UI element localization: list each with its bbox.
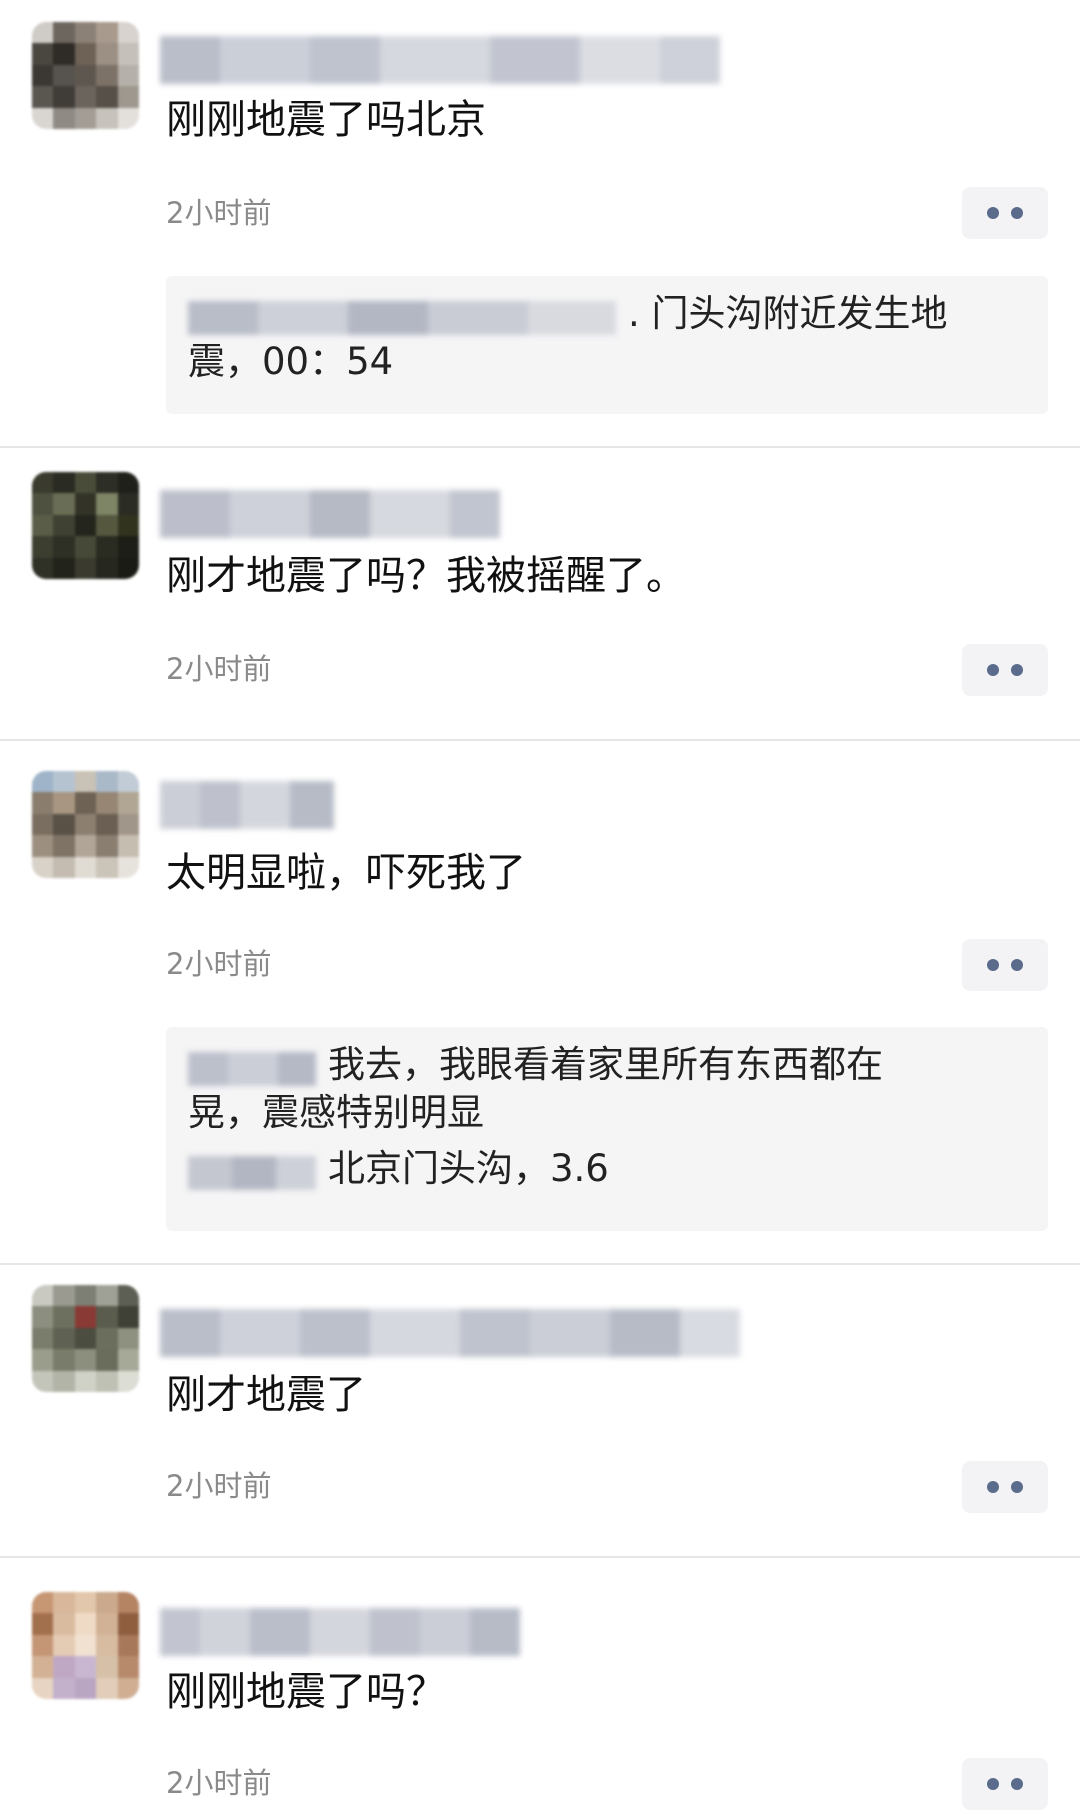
comment-text: 太明显啦，吓死我了	[166, 850, 526, 896]
more-button[interactable]	[962, 187, 1048, 239]
more-dots-icon	[987, 1778, 999, 1790]
more-button[interactable]	[962, 1461, 1048, 1513]
reply-username-blurred[interactable]	[188, 1050, 316, 1086]
more-dots-icon	[987, 207, 999, 219]
username-blurred[interactable]	[160, 781, 334, 829]
comment-item: 太明显啦，吓死我了 2小时前 我去，我眼看着家里所有东西都在 晃，震感特别明显 …	[0, 741, 1080, 1265]
comment-time: 2小时前	[166, 196, 272, 230]
avatar[interactable]	[32, 1592, 139, 1699]
comment-item: 刚才地震了 2小时前	[0, 1265, 1080, 1558]
reply-text: 北京门头沟，3.6	[328, 1147, 609, 1190]
more-dots-icon	[987, 1481, 999, 1493]
comment-text: 刚才地震了	[166, 1372, 366, 1418]
reply-username-blurred[interactable]	[188, 299, 616, 335]
more-dots-icon	[987, 664, 999, 676]
reply-box[interactable]: 我去，我眼看着家里所有东西都在 晃，震感特别明显 北京门头沟，3.6	[166, 1027, 1048, 1231]
reply-text: 我去，我眼看着家里所有东西都在	[328, 1043, 883, 1086]
comment-time: 2小时前	[166, 1469, 272, 1503]
reply-text: 晃，震感特别明显	[188, 1091, 484, 1134]
comment-item: 刚刚地震了吗？ 2小时前	[0, 1558, 1080, 1814]
avatar[interactable]	[32, 771, 139, 878]
more-dots-icon	[987, 959, 999, 971]
avatar[interactable]	[32, 472, 139, 579]
reply-line: 我去，我眼看着家里所有东西都在	[188, 1041, 1026, 1089]
reply-line: . 门头沟附近发生地	[188, 290, 1026, 338]
reply-text: . 门头沟附近发生地	[628, 292, 948, 335]
comment-feed: 刚刚地震了吗北京 2小时前 . 门头沟附近发生地 震，00：54 刚才地震了吗？…	[0, 0, 1080, 1814]
more-button[interactable]	[962, 939, 1048, 991]
more-button[interactable]	[962, 644, 1048, 696]
username-blurred[interactable]	[160, 490, 500, 538]
more-button[interactable]	[962, 1758, 1048, 1810]
avatar[interactable]	[32, 1285, 139, 1392]
reply-line: 震，00：54	[188, 338, 1026, 386]
comment-time: 2小时前	[166, 947, 272, 981]
username-blurred[interactable]	[160, 1608, 520, 1656]
reply-box[interactable]: . 门头沟附近发生地 震，00：54	[166, 276, 1048, 414]
username-blurred[interactable]	[160, 36, 720, 84]
comment-time: 2小时前	[166, 652, 272, 686]
avatar[interactable]	[32, 22, 139, 129]
reply-text: 震，00：54	[188, 340, 394, 383]
reply-username-blurred[interactable]	[188, 1154, 316, 1190]
comment-text: 刚刚地震了吗？	[166, 1669, 446, 1715]
reply-line: 北京门头沟，3.6	[188, 1145, 1026, 1193]
comment-item: 刚刚地震了吗北京 2小时前 . 门头沟附近发生地 震，00：54	[0, 0, 1080, 448]
username-blurred[interactable]	[160, 1309, 740, 1357]
comment-text: 刚刚地震了吗北京	[166, 97, 486, 143]
reply-line: 晃，震感特别明显	[188, 1089, 1026, 1137]
comment-text: 刚才地震了吗？我被摇醒了。	[166, 553, 686, 599]
comment-time: 2小时前	[166, 1766, 272, 1800]
comment-item: 刚才地震了吗？我被摇醒了。 2小时前	[0, 448, 1080, 741]
